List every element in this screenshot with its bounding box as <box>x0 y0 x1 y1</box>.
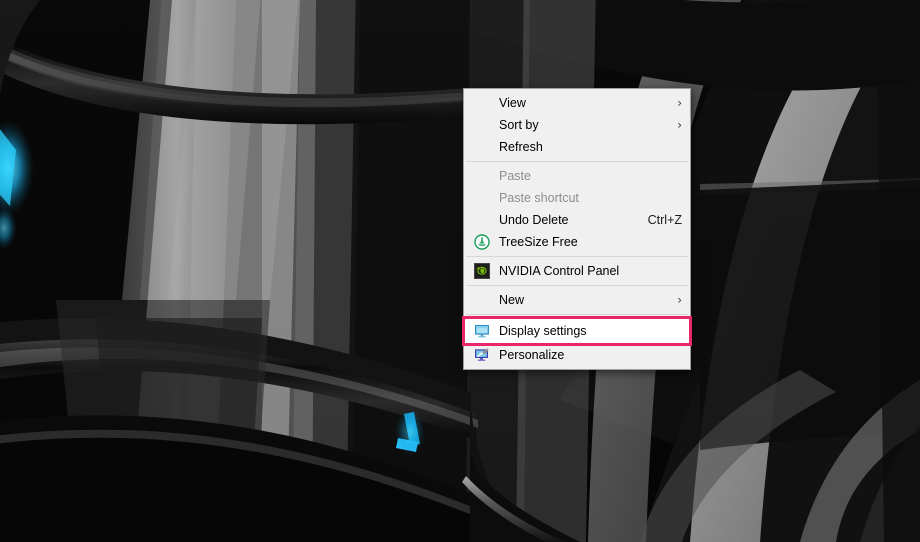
menu-item-personalize[interactable]: Personalize <box>464 344 690 366</box>
menu-item-view[interactable]: View › <box>464 92 690 114</box>
menu-item-label: Refresh <box>499 139 543 154</box>
menu-item-undo-delete[interactable]: Undo Delete Ctrl+Z <box>464 209 690 231</box>
nvidia-icon <box>474 263 490 279</box>
monitor-icon <box>474 323 490 339</box>
menu-item-treesize-free[interactable]: TreeSize Free <box>464 231 690 253</box>
menu-item-label: NVIDIA Control Panel <box>499 263 620 278</box>
menu-item-paste-shortcut: Paste shortcut <box>464 187 690 209</box>
menu-item-paste: Paste <box>464 165 690 187</box>
icon-placeholder <box>474 212 490 228</box>
icon-placeholder <box>474 95 490 111</box>
menu-item-label: New <box>499 292 525 307</box>
menu-item-label: View <box>499 95 526 110</box>
chevron-right-icon: › <box>677 293 682 307</box>
chevron-right-icon: › <box>677 118 682 132</box>
icon-placeholder <box>474 292 490 308</box>
screen: View › Sort by › Refresh Paste Paste shortcut U… <box>0 0 920 542</box>
menu-item-shortcut: Ctrl+Z <box>647 213 682 227</box>
menu-item-display-settings[interactable]: Display settings <box>462 316 692 346</box>
menu-item-refresh[interactable]: Refresh <box>464 136 690 158</box>
menu-item-label: Personalize <box>499 347 565 362</box>
menu-item-label: TreeSize Free <box>499 234 578 249</box>
menu-item-nvidia-control-panel[interactable]: NVIDIA Control Panel <box>464 260 690 282</box>
menu-item-label: Display settings <box>499 323 587 338</box>
chevron-right-icon: › <box>677 96 682 110</box>
icon-placeholder <box>474 139 490 155</box>
menu-separator <box>466 285 688 286</box>
personalize-icon <box>474 347 490 363</box>
menu-separator <box>466 161 688 162</box>
menu-item-label: Paste <box>499 168 531 183</box>
icon-placeholder <box>474 117 490 133</box>
desktop-wallpaper[interactable] <box>0 0 920 542</box>
desktop-context-menu[interactable]: View › Sort by › Refresh Paste Paste shortcut U… <box>462 88 692 370</box>
treesize-icon <box>474 234 490 250</box>
menu-item-sort-by[interactable]: Sort by › <box>464 114 690 136</box>
menu-item-label: Paste shortcut <box>499 190 579 205</box>
icon-placeholder <box>474 168 490 184</box>
menu-separator <box>466 314 688 315</box>
menu-item-label: Undo Delete <box>499 212 569 227</box>
icon-placeholder <box>474 190 490 206</box>
menu-item-label: Sort by <box>499 117 539 132</box>
menu-item-new[interactable]: New › <box>464 289 690 311</box>
menu-separator <box>466 256 688 257</box>
